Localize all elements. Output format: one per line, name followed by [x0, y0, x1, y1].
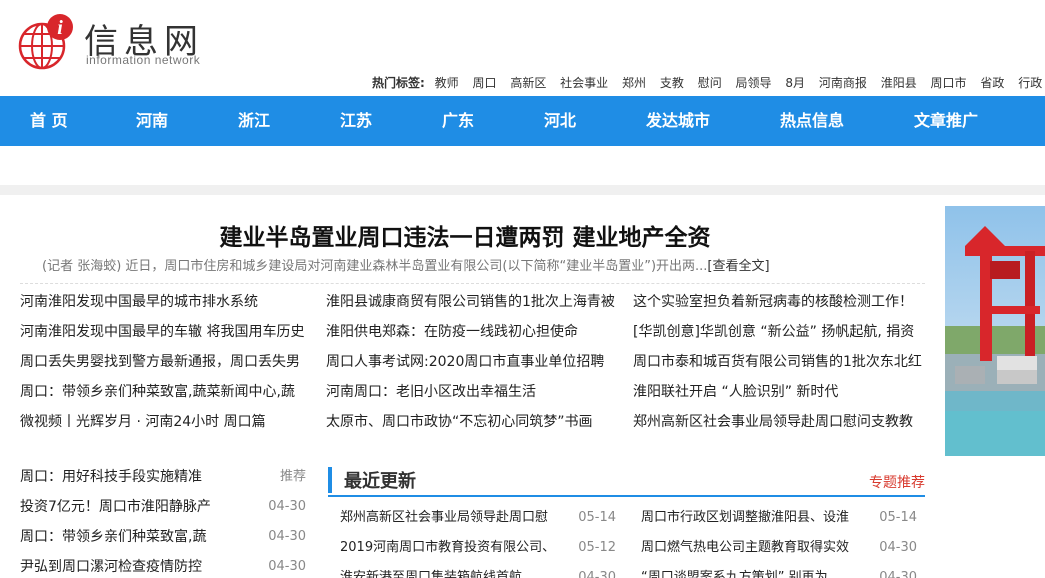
- featured-photo[interactable]: [945, 206, 1045, 456]
- list-item[interactable]: 周口：用好科技手段实施精准 推荐: [20, 466, 306, 496]
- list-item-date: 05-12: [578, 540, 616, 555]
- site-logo[interactable]: i 信息网 information network: [16, 12, 236, 72]
- nav-item-home[interactable]: 首 页: [30, 96, 68, 146]
- hot-tag[interactable]: 周口: [472, 76, 496, 90]
- list-item-date: 04-30: [268, 499, 306, 514]
- hot-tags-bar: 热门标签: 教师 周口 高新区 社会事业 郑州 支教 慰问 局领导 8月 河南商…: [372, 74, 1042, 92]
- recent-column-right: 周口市行政区划调整撤淮阳县、设淮 05-14 周口燃气热电公司主题教育取得实效 …: [641, 507, 917, 578]
- news-link[interactable]: 淮阳联社开启 “人脸识别” 新时代: [633, 382, 923, 412]
- read-more-link[interactable]: [查看全文]: [707, 259, 769, 274]
- list-item[interactable]: 淮安新港至周口集装箱航线首航 04-30: [340, 567, 616, 578]
- recent-updates-header: 最近更新 专题推荐: [328, 465, 925, 497]
- news-link[interactable]: 淮阳供电郑森：在防疫一线践初心担使命: [326, 322, 616, 352]
- list-item-title[interactable]: 周口：用好科技手段实施精准: [20, 466, 260, 496]
- list-item-date: 05-14: [578, 510, 616, 525]
- list-item-title[interactable]: 淮安新港至周口集装箱航线首航: [340, 567, 566, 578]
- hot-tag[interactable]: 社会事业: [560, 76, 608, 90]
- list-item[interactable]: “周口谈盟案系九方策划” 别再为 04-30: [641, 567, 917, 578]
- list-item-title[interactable]: 周口：带领乡亲们种菜致富,蔬: [20, 526, 260, 556]
- recent-column-left: 郑州高新区社会事业局领导赴周口慰 05-14 2019河南周口市教育投资有限公司…: [340, 507, 616, 578]
- recommended-list: 周口：用好科技手段实施精准 推荐 投资7亿元！周口市淮阳静脉产 04-30 周口…: [20, 466, 306, 578]
- list-item-title[interactable]: 投资7亿元！周口市淮阳静脉产: [20, 496, 260, 526]
- list-item[interactable]: 投资7亿元！周口市淮阳静脉产 04-30: [20, 496, 306, 526]
- hot-tag[interactable]: 8月: [785, 76, 805, 90]
- list-item-date: 04-30: [268, 529, 306, 544]
- news-link[interactable]: [华凯创意]华凯创意 “新公益” 扬帆起航, 捐资: [633, 322, 923, 352]
- nav-item-hot-info[interactable]: 热点信息: [780, 96, 844, 146]
- news-link[interactable]: 太原市、周口市政协“不忘初心同筑梦”书画: [326, 412, 616, 442]
- news-link[interactable]: 郑州高新区社会事业局领导赴周口慰问支教教: [633, 412, 923, 442]
- list-item[interactable]: 周口市行政区划调整撤淮阳县、设淮 05-14: [641, 507, 917, 537]
- svg-text:i: i: [57, 17, 63, 39]
- list-item[interactable]: 2019河南周口市教育投资有限公司、 05-12: [340, 537, 616, 567]
- logo-subtitle: information network: [86, 53, 201, 67]
- section-divider-bar: [0, 185, 1045, 195]
- news-link[interactable]: 河南周口：老旧小区改出幸福生活: [326, 382, 616, 412]
- list-item-title[interactable]: 周口燃气热电公司主题教育取得实效: [641, 537, 867, 567]
- list-item-date: 04-30: [268, 559, 306, 574]
- list-item[interactable]: 周口：带领乡亲们种菜致富,蔬 04-30: [20, 526, 306, 556]
- hot-tag[interactable]: 教师: [435, 76, 459, 90]
- news-link[interactable]: 河南淮阳发现中国最早的车辙 将我国用车历史: [20, 322, 310, 352]
- list-item-title[interactable]: “周口谈盟案系九方策划” 别再为: [641, 567, 867, 578]
- recent-updates-title: 最近更新: [344, 471, 416, 492]
- hot-tag[interactable]: 慰问: [698, 76, 722, 90]
- nav-item-hebei[interactable]: 河北: [544, 96, 576, 146]
- list-item-date: 05-14: [879, 510, 917, 525]
- featured-topics-link[interactable]: 专题推荐: [869, 472, 925, 492]
- hot-tag[interactable]: 河南商报: [819, 76, 867, 90]
- news-link[interactable]: 周口市泰和城百货有限公司销售的1批次东北红: [633, 352, 923, 382]
- headline-summary: (记者 张海蛟) 近日，周口市住房和城乡建设局对河南建业森林半岛置业有限公司(以…: [42, 255, 922, 274]
- hot-tag[interactable]: 郑州: [622, 76, 646, 90]
- news-link[interactable]: 这个实验室担负着新冠病毒的核酸检测工作！: [633, 292, 923, 322]
- news-link[interactable]: 周口：带领乡亲们种菜致富,蔬菜新闻中心,蔬: [20, 382, 310, 412]
- list-item-title[interactable]: 尹弘到周口漯河检查疫情防控: [20, 556, 260, 578]
- nav-item-article-promo[interactable]: 文章推广: [914, 96, 978, 146]
- hot-tag[interactable]: 行政区域: [1018, 76, 1042, 90]
- list-item-date: 04-30: [879, 570, 917, 578]
- news-column-2: 淮阳县诚康商贸有限公司销售的1批次上海青被 淮阳供电郑森：在防疫一线践初心担使命…: [326, 292, 616, 442]
- list-item-title[interactable]: 2019河南周口市教育投资有限公司、: [340, 537, 566, 567]
- nav-item-developed-cities[interactable]: 发达城市: [646, 96, 710, 146]
- hot-tag[interactable]: 支教: [660, 76, 684, 90]
- news-link[interactable]: 周口人事考试网:2020周口市直事业单位招聘: [326, 352, 616, 382]
- news-link[interactable]: 河南淮阳发现中国最早的城市排水系统: [20, 292, 310, 322]
- nav-item-jiangsu[interactable]: 江苏: [340, 96, 372, 146]
- hot-tag[interactable]: 高新区: [510, 76, 546, 90]
- list-item-date: 04-30: [578, 570, 616, 578]
- news-link[interactable]: 周口丢失男婴找到警方最新通报，周口丢失男: [20, 352, 310, 382]
- news-column-1: 河南淮阳发现中国最早的城市排水系统 河南淮阳发现中国最早的车辙 将我国用车历史 …: [20, 292, 310, 442]
- port-crane-photo: [945, 206, 1045, 456]
- hot-tags-label: 热门标签:: [372, 76, 425, 90]
- hot-tag[interactable]: 周口市: [931, 76, 967, 90]
- list-item-title[interactable]: 周口市行政区划调整撤淮阳县、设淮: [641, 507, 867, 537]
- news-link[interactable]: 淮阳县诚康商贸有限公司销售的1批次上海青被: [326, 292, 616, 322]
- hot-tag[interactable]: 局领导: [736, 76, 772, 90]
- dashed-divider: [20, 283, 925, 284]
- list-item-date: 04-30: [879, 540, 917, 555]
- nav-item-henan[interactable]: 河南: [136, 96, 168, 146]
- globe-info-icon: i: [18, 14, 73, 70]
- headline-title[interactable]: 建业半岛置业周口违法一日遭两罚 建业地产全资: [0, 218, 930, 252]
- list-item[interactable]: 尹弘到周口漯河检查疫情防控 04-30: [20, 556, 306, 578]
- list-item[interactable]: 周口燃气热电公司主题教育取得实效 04-30: [641, 537, 917, 567]
- nav-item-guangdong[interactable]: 广东: [442, 96, 474, 146]
- news-link[interactable]: 微视频丨光辉岁月 · 河南24小时 周口篇: [20, 412, 310, 442]
- list-item[interactable]: 郑州高新区社会事业局领导赴周口慰 05-14: [340, 507, 616, 537]
- main-nav: 首 页 河南 浙江 江苏 广东 河北 发达城市 热点信息 文章推广: [0, 96, 1045, 146]
- headline-summary-text: (记者 张海蛟) 近日，周口市住房和城乡建设局对河南建业森林半岛置业有限公司(以…: [42, 259, 708, 274]
- list-item-title[interactable]: 郑州高新区社会事业局领导赴周口慰: [340, 507, 566, 537]
- news-column-3: 这个实验室担负着新冠病毒的核酸检测工作！ [华凯创意]华凯创意 “新公益” 扬帆…: [633, 292, 923, 442]
- nav-item-zhejiang[interactable]: 浙江: [238, 96, 270, 146]
- list-item-tag: 推荐: [279, 469, 306, 484]
- hot-tag[interactable]: 省政: [980, 76, 1004, 90]
- hot-tag[interactable]: 淮阳县: [881, 76, 917, 90]
- section-accent-bar: [328, 467, 332, 493]
